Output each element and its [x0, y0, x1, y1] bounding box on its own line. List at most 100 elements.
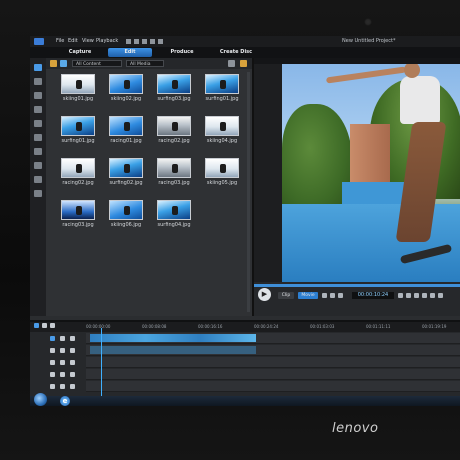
undo-icon[interactable]	[142, 39, 147, 44]
browser-icon[interactable]: e	[60, 396, 70, 406]
media-item-label: surfing02.jpg	[109, 180, 143, 186]
voiceover-room-icon[interactable]	[34, 162, 42, 169]
track-enable-checkbox[interactable]	[60, 360, 65, 365]
fx-room-icon[interactable]	[34, 78, 42, 85]
timeline-ruler[interactable]: 00:00:00:00 00:00:08:08 00:00:16:16 00:0…	[86, 324, 460, 330]
room-sidebar	[30, 58, 46, 316]
media-item-label: racing03.jpg	[62, 222, 94, 228]
timeline-panel: 00:00:00:00 00:00:08:08 00:00:16:16 00:0…	[30, 320, 460, 406]
redo-icon[interactable]	[150, 39, 155, 44]
media-item[interactable]: racing03.jpg	[154, 158, 194, 186]
fx-track[interactable]	[86, 357, 460, 368]
media-item[interactable]: surfing04.jpg	[154, 200, 194, 228]
window-title: New Untitled Project*	[342, 38, 396, 44]
media-thumbnail	[205, 116, 239, 136]
title-track[interactable]	[86, 369, 460, 380]
snapshot-icon[interactable]	[398, 293, 403, 298]
grid-icon[interactable]	[134, 39, 139, 44]
track-header-title	[46, 371, 86, 379]
track-header-audio1	[46, 347, 86, 355]
audio-clip[interactable]	[90, 346, 256, 354]
media-item[interactable]: racing01.jpg	[106, 116, 146, 144]
refresh-icon[interactable]	[158, 39, 163, 44]
ruler-label: 00:00:08:08	[142, 324, 167, 329]
zoom-icon[interactable]	[422, 293, 427, 298]
fit-icon[interactable]	[50, 323, 55, 328]
preview-scrubber[interactable]	[254, 284, 460, 287]
chapter-room-icon[interactable]	[34, 176, 42, 183]
track-enable-checkbox[interactable]	[60, 372, 65, 377]
tab-produce[interactable]: Produce	[166, 48, 198, 57]
media-room-icon[interactable]	[34, 64, 42, 71]
media-item-label: racing02.jpg	[158, 138, 190, 144]
volume-icon[interactable]	[406, 293, 411, 298]
media-item[interactable]: surfing02.jpg	[106, 158, 146, 186]
menu-playback[interactable]: Playback	[96, 36, 118, 47]
media-item[interactable]: skiing06.jpg	[106, 200, 146, 228]
settings-icon[interactable]	[126, 39, 131, 44]
track-enable-checkbox[interactable]	[60, 384, 65, 389]
library-scrollbar[interactable]	[247, 72, 250, 312]
video-track-1[interactable]	[86, 333, 460, 344]
media-item[interactable]: racing03.jpg	[58, 200, 98, 228]
media-thumbnail	[157, 200, 191, 220]
media-thumbnail	[205, 158, 239, 178]
title-room-icon[interactable]	[34, 120, 42, 127]
lock-icon[interactable]	[70, 372, 75, 377]
music-track[interactable]	[86, 381, 460, 392]
audio-room-icon[interactable]	[34, 148, 42, 155]
tab-capture[interactable]: Capture	[66, 48, 94, 57]
content-filter-dropdown[interactable]: All Content	[72, 60, 122, 67]
media-item-label: racing03.jpg	[158, 180, 190, 186]
music-track-icon	[50, 384, 55, 389]
media-item[interactable]: surfing01.jpg	[202, 74, 242, 102]
media-item[interactable]: skiing04.jpg	[202, 116, 242, 144]
movie-mode-button[interactable]: Movie	[298, 292, 318, 299]
transition-room-icon[interactable]	[34, 134, 42, 141]
tab-create-disc[interactable]: Create Disc	[216, 48, 256, 57]
prev-frame-icon[interactable]	[330, 293, 335, 298]
undock-icon[interactable]	[414, 293, 419, 298]
next-frame-icon[interactable]	[338, 293, 343, 298]
start-button-icon[interactable]	[34, 393, 47, 406]
stop-icon[interactable]	[322, 293, 327, 298]
media-item[interactable]: skiing02.jpg	[106, 74, 146, 102]
3d-icon[interactable]	[430, 293, 435, 298]
timeline-playhead[interactable]	[101, 328, 102, 406]
lock-icon[interactable]	[70, 336, 75, 341]
timeline-view-icon[interactable]	[34, 323, 39, 328]
subtitle-room-icon[interactable]	[34, 190, 42, 197]
library-menu-icon[interactable]	[228, 60, 235, 67]
storyboard-view-icon[interactable]	[42, 323, 47, 328]
play-button[interactable]: ▶	[258, 288, 271, 301]
import-folder-icon[interactable]	[50, 60, 57, 67]
lock-icon[interactable]	[70, 360, 75, 365]
lock-icon[interactable]	[70, 384, 75, 389]
media-item-label: racing01.jpg	[110, 138, 142, 144]
track-enable-checkbox[interactable]	[60, 348, 65, 353]
tab-edit[interactable]: Edit	[108, 48, 152, 57]
title-track-icon	[50, 372, 55, 377]
media-item[interactable]: skiing05.jpg	[202, 158, 242, 186]
timecode-display[interactable]: 00:00:10:24	[352, 292, 394, 299]
audio-track-1[interactable]	[86, 345, 460, 356]
track-enable-checkbox[interactable]	[60, 336, 65, 341]
media-item[interactable]: surfing03.jpg	[154, 74, 194, 102]
media-item[interactable]: skiing01.jpg	[58, 74, 98, 102]
download-media-icon[interactable]	[60, 60, 67, 67]
menu-edit[interactable]: Edit	[68, 36, 78, 47]
media-filter-dropdown[interactable]: All Media	[126, 60, 164, 67]
media-item-label: racing02.jpg	[62, 180, 94, 186]
media-item[interactable]: racing02.jpg	[154, 116, 194, 144]
clip-mode-button[interactable]: Clip	[278, 292, 294, 299]
media-item[interactable]: racing02.jpg	[58, 158, 98, 186]
menu-view[interactable]: View	[82, 36, 94, 47]
video-clip[interactable]	[90, 334, 256, 342]
explore-folder-icon[interactable]	[240, 60, 247, 67]
particle-room-icon[interactable]	[34, 106, 42, 113]
pip-room-icon[interactable]	[34, 92, 42, 99]
menu-file[interactable]: File	[56, 36, 64, 47]
media-item[interactable]: surfing01.jpg	[58, 116, 98, 144]
dropdown-icon[interactable]	[438, 293, 443, 298]
lock-icon[interactable]	[70, 348, 75, 353]
